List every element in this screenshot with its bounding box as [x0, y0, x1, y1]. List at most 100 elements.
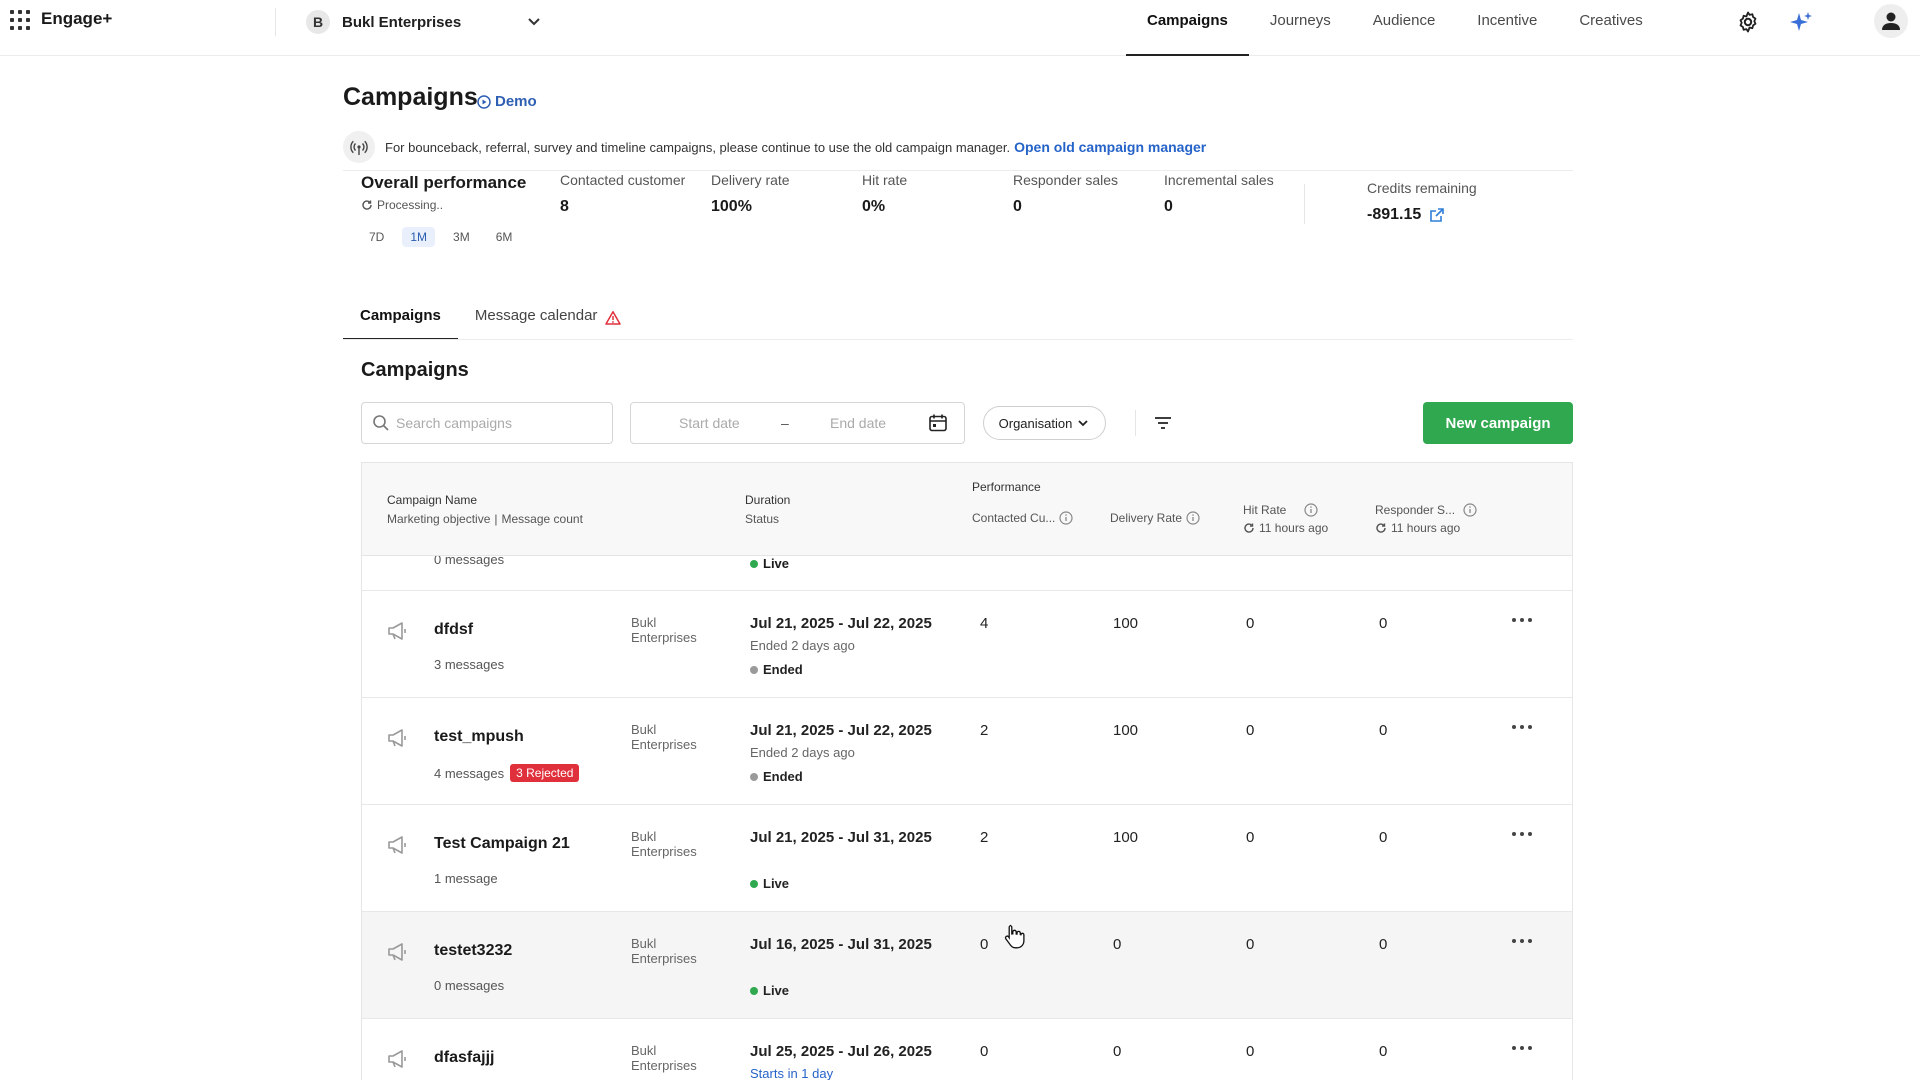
more-options-icon[interactable] [1512, 934, 1538, 948]
user-icon [1882, 12, 1900, 30]
info-icon[interactable] [1059, 511, 1073, 525]
campaign-name[interactable]: Test Campaign 21 [434, 835, 570, 853]
nav-tab-campaigns[interactable]: Campaigns [1126, 0, 1249, 56]
col-contacted[interactable]: Contacted Cu... [972, 511, 1073, 525]
megaphone-icon [388, 622, 406, 640]
metric-incremental-sales: Incremental sales 0 [1164, 172, 1274, 215]
divider [275, 8, 276, 36]
end-date[interactable]: End date [830, 415, 886, 431]
metric-responder-sales: Responder sales 0 [1013, 172, 1119, 215]
campaigns-table: Campaign Name Marketing objective | Mess… [361, 462, 1573, 1080]
range-6m[interactable]: 6M [488, 227, 521, 247]
campaign-name[interactable]: dfdsf [434, 621, 473, 639]
demo-link[interactable]: Demo [477, 93, 537, 110]
hand-cursor-icon [1004, 924, 1025, 949]
user-avatar[interactable] [1874, 4, 1908, 38]
chevron-down-icon[interactable] [524, 12, 544, 32]
divider [343, 170, 1573, 171]
col-delivery-rate[interactable]: Delivery Rate [1110, 511, 1200, 525]
table-row[interactable]: testet3232 0 messages Bukl Enterprises Ju… [362, 912, 1572, 1019]
search-icon [373, 415, 389, 431]
page-title: Campaigns [343, 83, 478, 111]
status-badge: Live [750, 876, 789, 891]
nav-tab-creatives[interactable]: Creatives [1558, 0, 1663, 56]
metric-contacted: Contacted customer 8 [560, 172, 686, 215]
refresh-icon [1376, 523, 1386, 533]
main-nav-tabs: Campaigns Journeys Audience Incentive Cr… [1126, 0, 1664, 56]
nav-tab-journeys[interactable]: Journeys [1249, 0, 1352, 56]
tab-campaigns[interactable]: Campaigns [343, 300, 458, 340]
col-duration[interactable]: Duration Status [745, 493, 790, 526]
divider [1135, 410, 1136, 436]
org-avatar: B [306, 10, 330, 34]
performance-title: Overall performance [361, 173, 527, 192]
old-manager-notice: For bounceback, referral, survey and tim… [343, 131, 1206, 163]
campaign-name[interactable]: dfasfajjj [434, 1049, 494, 1067]
range-7d[interactable]: 7D [361, 227, 392, 247]
table-row[interactable]: Test Campaign 21 1 message Bukl Enterpris… [362, 805, 1572, 912]
info-icon[interactable] [1186, 511, 1200, 525]
more-options-icon[interactable] [1512, 720, 1538, 734]
open-old-manager-link[interactable]: Open old campaign manager [1014, 139, 1206, 155]
info-icon[interactable] [1304, 503, 1318, 517]
table-row[interactable]: test_mpush 4 messages 3 Rejected Bukl Ente… [362, 698, 1572, 805]
section-title: Campaigns [361, 359, 469, 381]
col-performance-group: Performance [972, 480, 1041, 494]
tab-message-calendar[interactable]: Message calendar [458, 300, 639, 340]
status-badge: Live [750, 983, 789, 998]
start-date[interactable]: Start date [679, 415, 740, 431]
table-row[interactable]: 0 messages Live [362, 552, 1572, 591]
megaphone-icon [388, 943, 406, 961]
broadcast-icon [343, 131, 375, 163]
table-row[interactable]: dfdsf 3 messages Bukl Enterprises Jul 21,… [362, 591, 1572, 698]
megaphone-icon [388, 729, 406, 747]
col-campaign-name[interactable]: Campaign Name Marketing objective | Mess… [387, 493, 583, 526]
refresh-icon [362, 200, 372, 210]
col-responder-sales[interactable]: Responder S... 11 hours ago [1375, 503, 1477, 535]
ai-sparkle-icon[interactable] [1788, 10, 1814, 36]
col-hit-rate[interactable]: Hit Rate 11 hours ago [1243, 503, 1328, 535]
warning-icon [605, 311, 622, 325]
megaphone-icon [388, 1050, 406, 1068]
search-box[interactable] [361, 402, 613, 444]
date-range-selector: 7D 1M 3M 6M [361, 227, 520, 247]
gear-icon[interactable] [1736, 10, 1760, 34]
divider [1304, 184, 1305, 224]
external-link-icon[interactable] [1429, 207, 1445, 223]
nav-tab-audience[interactable]: Audience [1352, 0, 1457, 56]
divider [343, 339, 1573, 340]
rejected-badge: 3 Rejected [510, 764, 580, 782]
info-icon[interactable] [1463, 503, 1477, 517]
date-range-picker[interactable]: Start date – End date [630, 402, 965, 444]
more-options-icon[interactable] [1512, 827, 1538, 841]
chevron-down-icon [1078, 420, 1088, 427]
refresh-icon [1244, 523, 1254, 533]
calendar-icon[interactable] [928, 413, 948, 433]
table-row[interactable]: dfasfajjj Bukl Enterprises Jul 25, 2025 -… [362, 1019, 1572, 1080]
range-3m[interactable]: 3M [445, 227, 478, 247]
campaign-name[interactable]: test_mpush [434, 728, 524, 746]
table-header: Campaign Name Marketing objective | Mess… [362, 463, 1572, 556]
app-grid-icon[interactable] [10, 10, 30, 30]
megaphone-icon [388, 836, 406, 854]
range-1m[interactable]: 1M [402, 227, 436, 247]
status-badge: Ended [750, 662, 803, 677]
processing-status: Processing.. [361, 198, 443, 212]
more-options-icon[interactable] [1512, 1041, 1538, 1055]
filter-icon[interactable] [1153, 413, 1173, 433]
nav-tab-incentive[interactable]: Incentive [1456, 0, 1558, 56]
org-switcher[interactable]: B Bukl Enterprises [306, 9, 461, 35]
organisation-filter[interactable]: Organisation [983, 406, 1106, 440]
search-input[interactable] [396, 415, 596, 431]
top-nav: Engage+ B Bukl Enterprises Campaigns Jou… [0, 0, 1920, 56]
more-options-icon[interactable] [1512, 613, 1538, 627]
metric-hit-rate: Hit rate 0% [862, 172, 908, 215]
brand-name: Engage+ [41, 9, 113, 28]
notice-text: For bounceback, referral, survey and tim… [385, 139, 1011, 155]
org-name: Bukl Enterprises [342, 13, 462, 31]
status-badge: Ended [750, 769, 803, 784]
campaign-subtabs: Campaigns Message calendar [343, 300, 638, 340]
credits-remaining: Credits remaining -891.15 [1367, 180, 1477, 223]
campaign-name[interactable]: testet3232 [434, 942, 512, 960]
new-campaign-button[interactable]: New campaign [1423, 402, 1573, 444]
